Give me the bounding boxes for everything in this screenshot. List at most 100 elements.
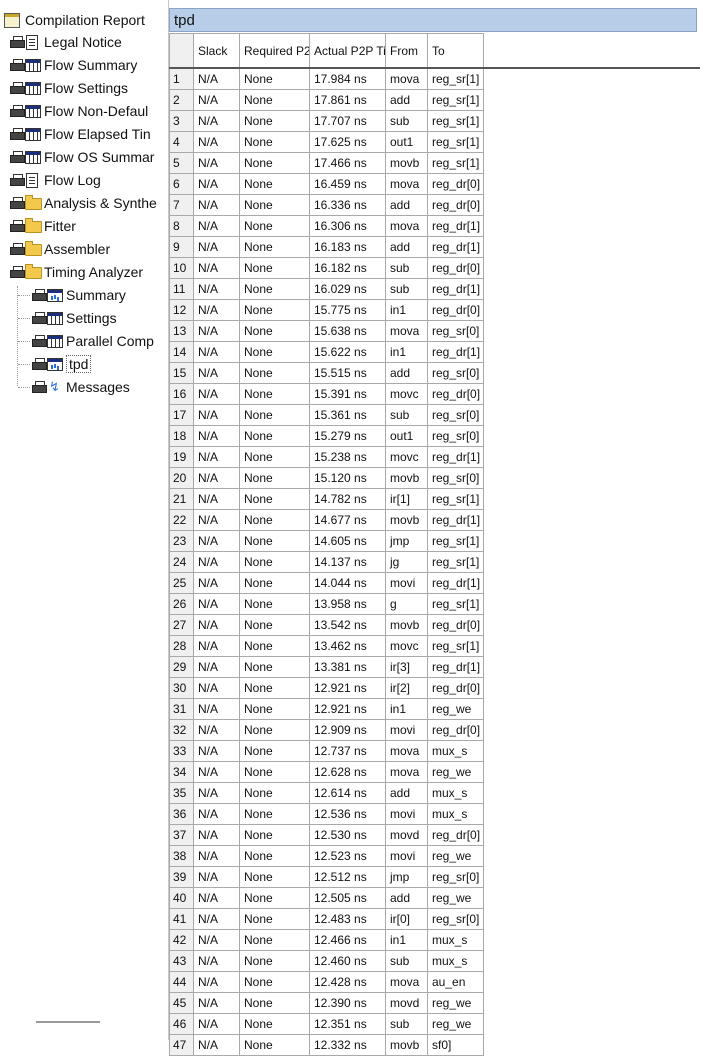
tree-item-flow-non-defaul[interactable]: Flow Non-Defaul <box>10 101 148 121</box>
table-row[interactable]: 15 N/A None 15.515 ns add reg_sr[0] <box>169 362 700 384</box>
table-row[interactable]: 35 N/A None 12.614 ns add mux_s <box>169 782 700 804</box>
row-filler <box>483 341 700 363</box>
table-row[interactable]: 16 N/A None 15.391 ns movc reg_dr[0] <box>169 383 700 405</box>
table-row[interactable]: 2 N/A None 17.861 ns add reg_sr[1] <box>169 89 700 111</box>
slack-cell: N/A <box>193 803 240 825</box>
table-row[interactable]: 10 N/A None 16.182 ns sub reg_dr[0] <box>169 257 700 279</box>
tree-root-compilation-report[interactable]: Compilation Report <box>2 10 145 30</box>
table-row[interactable]: 1 N/A None 17.984 ns mova reg_sr[1] <box>169 67 700 90</box>
to-cell: sf0] <box>427 1034 484 1056</box>
actual-p2p-time-cell: 14.605 ns <box>309 530 386 552</box>
from-cell: g <box>385 593 428 615</box>
tree-item-timing-messages[interactable]: ↯ Messages <box>32 377 130 397</box>
table-row[interactable]: 34 N/A None 12.628 ns mova reg_we <box>169 761 700 783</box>
table-row[interactable]: 4 N/A None 17.625 ns out1 reg_sr[1] <box>169 131 700 153</box>
column-header-slack[interactable]: Slack <box>193 33 240 69</box>
table-row[interactable]: 5 N/A None 17.466 ns movb reg_sr[1] <box>169 152 700 174</box>
tree-item-timing-tpd[interactable]: tpd <box>32 354 92 374</box>
tree-item-flow-log[interactable]: Flow Log <box>10 170 101 190</box>
table-row[interactable]: 39 N/A None 12.512 ns jmp reg_sr[0] <box>169 866 700 888</box>
table-row[interactable]: 12 N/A None 15.775 ns in1 reg_dr[0] <box>169 299 700 321</box>
tree-item-label: Legal Notice <box>44 34 122 50</box>
from-cell: sub <box>385 404 428 426</box>
tree-item-analysis-synthe[interactable]: Analysis & Synthe <box>10 193 157 213</box>
table-row[interactable]: 14 N/A None 15.622 ns in1 reg_dr[1] <box>169 341 700 363</box>
row-filler <box>483 383 700 405</box>
table-row[interactable]: 17 N/A None 15.361 ns sub reg_sr[0] <box>169 404 700 426</box>
column-header-required-p2p-time[interactable]: Required P2P Time <box>239 33 310 69</box>
tree-item-flow-elapsed-tin[interactable]: Flow Elapsed Tin <box>10 124 151 144</box>
tree-item-flow-summary[interactable]: Flow Summary <box>10 55 137 75</box>
tree-item-assembler[interactable]: Assembler <box>10 239 110 259</box>
table-row[interactable]: 25 N/A None 14.044 ns movi reg_dr[1] <box>169 572 700 594</box>
table-row[interactable]: 32 N/A None 12.909 ns movi reg_dr[0] <box>169 719 700 741</box>
table-row[interactable]: 18 N/A None 15.279 ns out1 reg_sr[0] <box>169 425 700 447</box>
table-row[interactable]: 21 N/A None 14.782 ns ir[1] reg_sr[1] <box>169 488 700 510</box>
table-row[interactable]: 36 N/A None 12.536 ns movi mux_s <box>169 803 700 825</box>
actual-p2p-time-cell: 15.238 ns <box>309 446 386 468</box>
tree-item-label: Messages <box>66 379 130 395</box>
row-number: 7 <box>169 194 194 216</box>
table-row[interactable]: 45 N/A None 12.390 ns movd reg_we <box>169 992 700 1014</box>
tree-item-fitter[interactable]: Fitter <box>10 216 76 236</box>
to-cell: reg_dr[0] <box>427 614 484 636</box>
table-row[interactable]: 33 N/A None 12.737 ns mova mux_s <box>169 740 700 762</box>
table-row[interactable]: 28 N/A None 13.462 ns movc reg_sr[1] <box>169 635 700 657</box>
row-filler <box>483 67 700 90</box>
table-row[interactable]: 41 N/A None 12.483 ns ir[0] reg_sr[0] <box>169 908 700 930</box>
table-row[interactable]: 13 N/A None 15.638 ns mova reg_sr[0] <box>169 320 700 342</box>
tree-item-flow-settings[interactable]: Flow Settings <box>10 78 128 98</box>
table-row[interactable]: 27 N/A None 13.542 ns movb reg_dr[0] <box>169 614 700 636</box>
tree-item-timing-parallel-comp[interactable]: Parallel Comp <box>32 331 154 351</box>
table-row[interactable]: 42 N/A None 12.466 ns in1 mux_s <box>169 929 700 951</box>
table-row[interactable]: 22 N/A None 14.677 ns movb reg_dr[1] <box>169 509 700 531</box>
table-row[interactable]: 26 N/A None 13.958 ns g reg_sr[1] <box>169 593 700 615</box>
tree-item-timing-analyzer[interactable]: Timing Analyzer <box>10 262 143 282</box>
table-row[interactable]: 37 N/A None 12.530 ns movd reg_dr[0] <box>169 824 700 846</box>
panel-title: tpd <box>174 11 195 29</box>
tree-item-legal-notice[interactable]: Legal Notice <box>10 32 122 52</box>
to-cell: reg_sr[0] <box>427 320 484 342</box>
actual-p2p-time-cell: 16.183 ns <box>309 236 386 258</box>
row-filler <box>483 677 700 699</box>
table-row[interactable]: 43 N/A None 12.460 ns sub mux_s <box>169 950 700 972</box>
table-row[interactable]: 6 N/A None 16.459 ns mova reg_dr[0] <box>169 173 700 195</box>
row-number: 32 <box>169 719 194 741</box>
row-number: 24 <box>169 551 194 573</box>
table-row[interactable]: 23 N/A None 14.605 ns jmp reg_sr[1] <box>169 530 700 552</box>
tree-item-timing-settings[interactable]: Settings <box>32 308 117 328</box>
actual-p2p-time-cell: 12.628 ns <box>309 761 386 783</box>
column-header-from[interactable]: From <box>385 33 428 69</box>
table-row[interactable]: 47 N/A None 12.332 ns movb sf0] <box>169 1034 700 1056</box>
table-row[interactable]: 38 N/A None 12.523 ns movi reg_we <box>169 845 700 867</box>
table-row[interactable]: 30 N/A None 12.921 ns ir[2] reg_dr[0] <box>169 677 700 699</box>
row-number: 17 <box>169 404 194 426</box>
table-row[interactable]: 46 N/A None 12.351 ns sub reg_we <box>169 1013 700 1035</box>
tree-item-timing-summary[interactable]: Summary <box>32 285 126 305</box>
table-row[interactable]: 3 N/A None 17.707 ns sub reg_sr[1] <box>169 110 700 132</box>
tree-item-flow-os-summar[interactable]: Flow OS Summar <box>10 147 154 167</box>
table-row[interactable]: 7 N/A None 16.336 ns add reg_dr[0] <box>169 194 700 216</box>
column-header-actual-p2p-time[interactable]: Actual P2P Time <box>309 33 386 69</box>
table-row[interactable]: 19 N/A None 15.238 ns movc reg_dr[1] <box>169 446 700 468</box>
to-cell: reg_sr[1] <box>427 152 484 174</box>
row-number: 29 <box>169 656 194 678</box>
table-row[interactable]: 40 N/A None 12.505 ns add reg_we <box>169 887 700 909</box>
table-row[interactable]: 24 N/A None 14.137 ns jg reg_sr[1] <box>169 551 700 573</box>
row-number-header <box>169 33 194 69</box>
to-cell: reg_dr[1] <box>427 656 484 678</box>
table-row[interactable]: 31 N/A None 12.921 ns in1 reg_we <box>169 698 700 720</box>
row-number: 21 <box>169 488 194 510</box>
row-number: 20 <box>169 467 194 489</box>
table-row[interactable]: 9 N/A None 16.183 ns add reg_dr[1] <box>169 236 700 258</box>
table-row[interactable]: 29 N/A None 13.381 ns ir[3] reg_dr[1] <box>169 656 700 678</box>
actual-p2p-time-cell: 17.861 ns <box>309 89 386 111</box>
tree-horizontal-scrollbar-thumb[interactable] <box>36 1021 100 1023</box>
actual-p2p-time-cell: 14.782 ns <box>309 488 386 510</box>
table-row[interactable]: 11 N/A None 16.029 ns sub reg_dr[1] <box>169 278 700 300</box>
to-cell: reg_we <box>427 698 484 720</box>
table-row[interactable]: 44 N/A None 12.428 ns mova au_en <box>169 971 700 993</box>
table-row[interactable]: 20 N/A None 15.120 ns movb reg_sr[0] <box>169 467 700 489</box>
column-header-to[interactable]: To <box>427 33 484 69</box>
table-row[interactable]: 8 N/A None 16.306 ns mova reg_dr[1] <box>169 215 700 237</box>
